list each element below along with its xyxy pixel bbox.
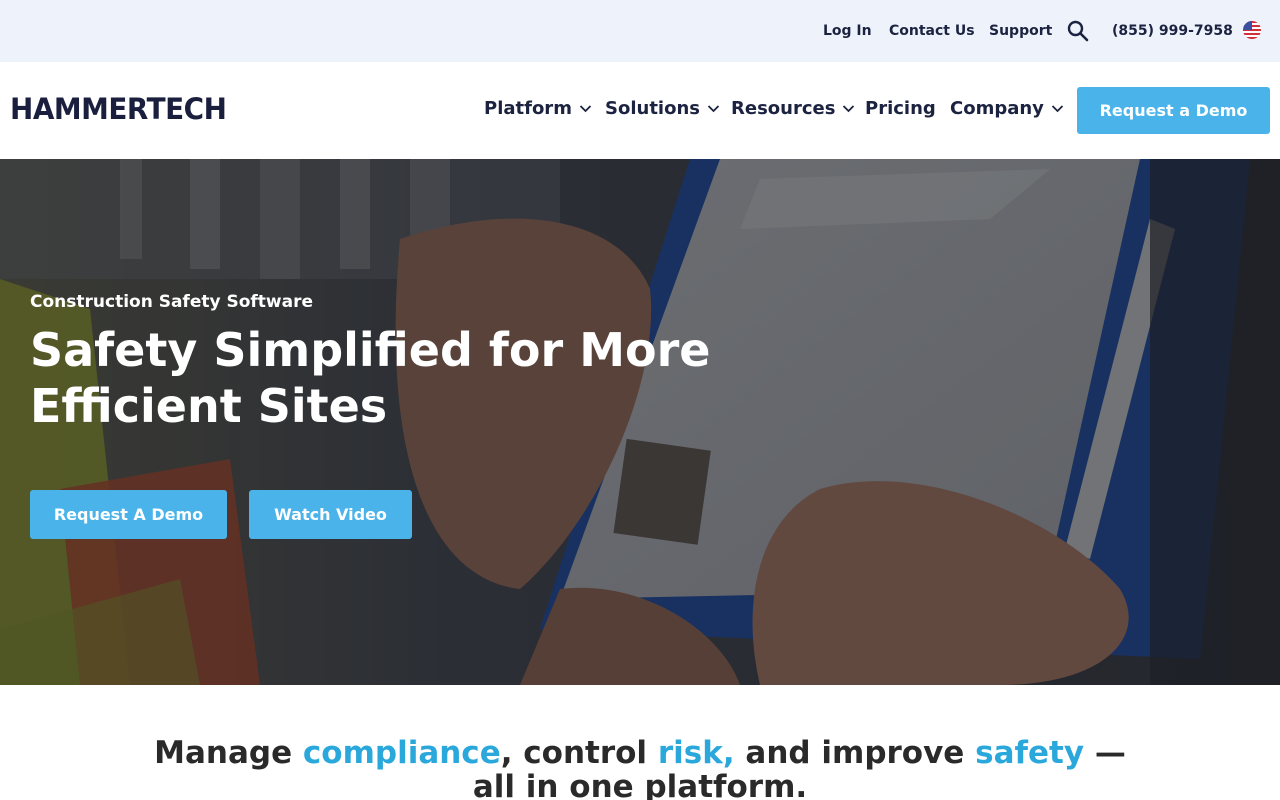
watch-video-button[interactable]: Watch Video: [249, 490, 412, 539]
login-link[interactable]: Log In: [823, 22, 872, 40]
chevron-down-icon: [579, 104, 592, 112]
request-demo-nav-button[interactable]: Request a Demo: [1077, 87, 1270, 134]
nav-company[interactable]: Company: [950, 98, 1064, 120]
tagline-part: , control: [500, 735, 658, 771]
support-link[interactable]: Support: [989, 22, 1052, 40]
nav-pricing[interactable]: Pricing: [865, 98, 936, 120]
us-flag-icon[interactable]: [1243, 21, 1261, 39]
nav-resources-label: Resources: [731, 98, 836, 119]
contact-us-link[interactable]: Contact Us: [889, 22, 975, 40]
phone-link[interactable]: (855) 999-7958: [1112, 22, 1233, 40]
nav-platform[interactable]: Platform: [484, 98, 592, 120]
chevron-down-icon: [1051, 104, 1064, 112]
tagline-highlight-risk: risk,: [657, 735, 735, 771]
hero-eyebrow: Construction Safety Software: [30, 292, 314, 312]
tagline-part: —: [1084, 735, 1126, 771]
tagline-part: Manage: [154, 735, 303, 771]
nav-pricing-label: Pricing: [865, 98, 936, 119]
tagline-part: and improve: [734, 735, 976, 771]
nav-platform-label: Platform: [484, 98, 572, 119]
nav-solutions[interactable]: Solutions: [605, 98, 720, 120]
tagline-part: all in one platform.: [472, 769, 808, 800]
nav-company-label: Company: [950, 98, 1044, 119]
tagline-highlight-safety: safety: [975, 735, 1085, 771]
request-demo-hero-button[interactable]: Request A Demo: [30, 490, 227, 539]
chevron-down-icon: [707, 104, 720, 112]
platform-tagline: Manage compliance, control risk, and imp…: [0, 736, 1280, 800]
nav-resources[interactable]: Resources: [731, 98, 855, 120]
search-icon[interactable]: [1066, 19, 1090, 43]
hero-title: Safety Simplified for More Efficient Sit…: [30, 323, 711, 433]
nav-solutions-label: Solutions: [605, 98, 700, 119]
hammertech-logo[interactable]: HAMMERTECH: [10, 93, 227, 125]
tagline-highlight-compliance: compliance: [302, 735, 501, 771]
chevron-down-icon: [843, 104, 855, 112]
